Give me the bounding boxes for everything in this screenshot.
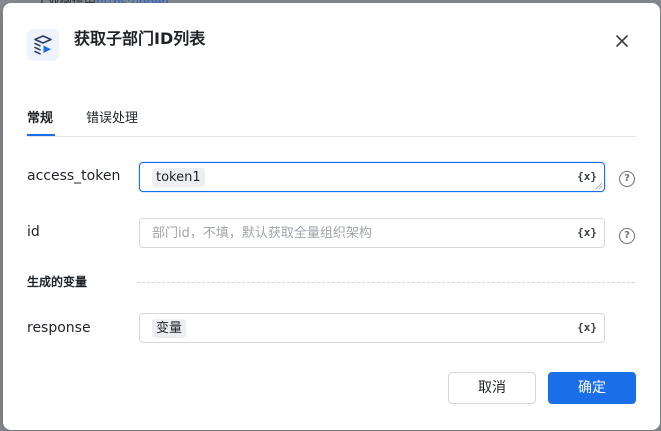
workflow-box-icon [27,29,59,61]
response-label: response [27,320,91,336]
help-icon[interactable]: ? [619,171,635,187]
tab-bar: 常规 错误处理 [27,110,636,137]
help-icon[interactable]: ? [619,228,635,244]
close-icon[interactable] [614,33,630,49]
access-token-value: token1 [152,168,205,187]
resize-handle-icon[interactable] [596,183,602,189]
response-input[interactable]: 变量 {x} [139,313,605,343]
variable-insert-button[interactable]: {x} [577,320,597,336]
tab-active-indicator [27,134,55,136]
tab-error-handling[interactable]: 错误处理 [86,110,138,128]
dialog: 获取子部门ID列表 常规 错误处理 access_token token1 {x… [3,3,660,430]
tab-general[interactable]: 常规 [27,110,53,128]
generated-variables-label: 生成的变量 [27,275,88,289]
access-token-label: access_token [27,168,121,184]
section-divider [137,282,635,283]
cancel-button[interactable]: 取消 [448,372,536,404]
id-placeholder: 部门id，不填，默认获取全量组织架构 [152,226,372,241]
dialog-title: 获取子部门ID列表 [74,29,206,48]
ok-button[interactable]: 确定 [548,372,636,404]
access-token-input[interactable]: token1 {x} [139,162,605,192]
id-input[interactable]: 部门id，不填，默认获取全量组织架构 {x} [139,218,605,248]
variable-insert-button[interactable]: {x} [577,169,597,185]
variable-insert-button[interactable]: {x} [577,225,597,241]
response-value: 变量 [152,319,187,338]
id-label: id [27,224,40,240]
